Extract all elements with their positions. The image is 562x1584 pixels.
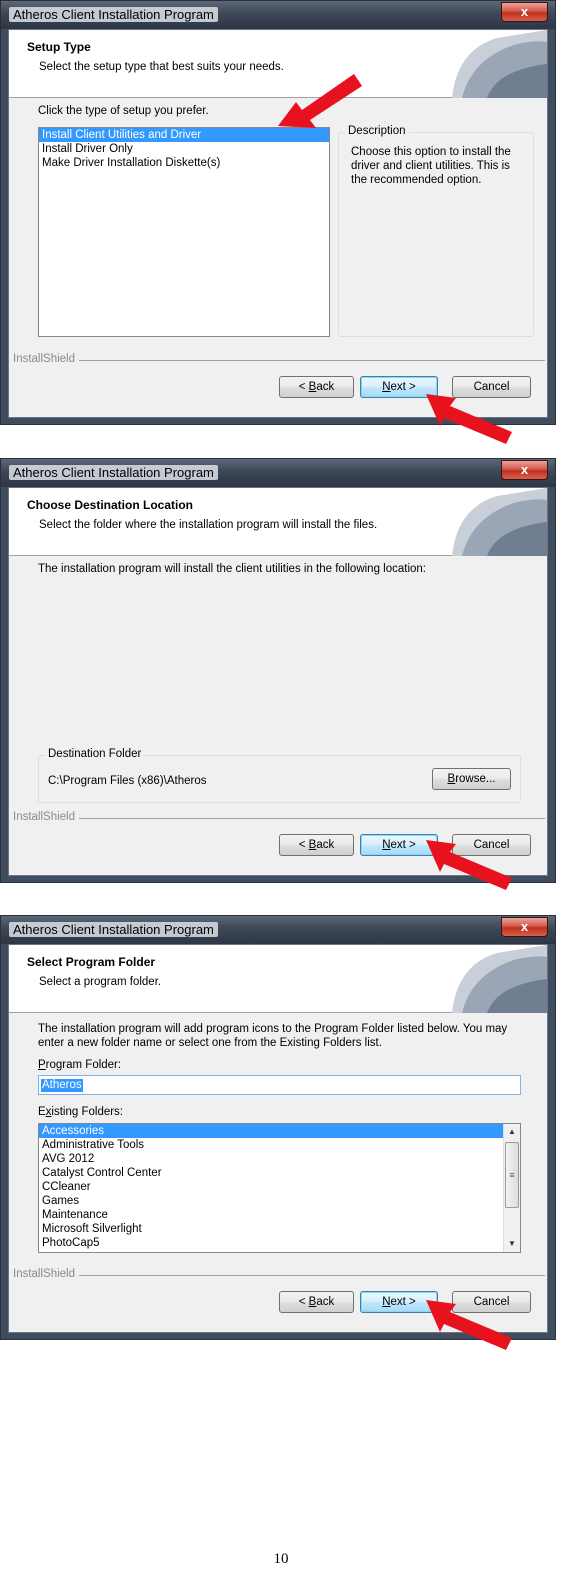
description-label: Description <box>345 125 409 137</box>
destination-folder-label: Destination Folder <box>45 748 145 760</box>
dialog-client-area: Select Program Folder Select a program f… <box>8 944 548 1333</box>
list-item[interactable]: Accessories <box>39 1124 503 1138</box>
close-button[interactable]: x <box>501 2 548 22</box>
installshield-label: InstallShield <box>13 353 80 365</box>
dialog-subtitle: Select the setup type that best suits yo… <box>39 61 284 73</box>
dialog-title: Setup Type <box>27 40 91 54</box>
next-button[interactable]: Next > <box>360 834 438 856</box>
list-item-install-driver-only[interactable]: Install Driver Only <box>39 142 329 156</box>
installshield-label: InstallShield <box>13 811 80 823</box>
list-item-make-driver-installation-diskettes[interactable]: Make Driver Installation Diskette(s) <box>39 156 329 170</box>
title-bar[interactable]: Atheros Client Installation Program x <box>1 916 555 944</box>
list-item[interactable]: CCleaner <box>39 1180 503 1194</box>
list-item[interactable]: PhotoCap5 <box>39 1236 503 1250</box>
back-button[interactable]: < Back <box>279 834 354 856</box>
list-item-install-client-utilities-and-driver[interactable]: Install Client Utilities and Driver <box>39 128 329 142</box>
dialog-client-area: Choose Destination Location Select the f… <box>8 487 548 876</box>
list-item[interactable]: Maintenance <box>39 1208 503 1222</box>
description-group: Description Choose this option to instal… <box>338 125 534 337</box>
existing-folders-list[interactable]: Accessories Administrative Tools AVG 201… <box>38 1123 521 1253</box>
installshield-banner-art <box>452 945 547 1013</box>
list-item[interactable]: Games <box>39 1194 503 1208</box>
dialog-subtitle: Select a program folder. <box>39 976 162 988</box>
destination-location-window: Atheros Client Installation Program x Ch… <box>0 458 556 883</box>
description-text: Choose this option to install the driver… <box>351 146 511 186</box>
setup-prompt: Click the type of setup you prefer. <box>38 105 209 117</box>
installshield-divider: InstallShield <box>13 1268 545 1282</box>
program-folder-window: Atheros Client Installation Program x Se… <box>0 915 556 1340</box>
program-folder-prompt: The installation program will add progra… <box>38 1022 507 1050</box>
window-title: Atheros Client Installation Program <box>9 465 218 480</box>
list-item[interactable]: Microsoft Silverlight <box>39 1222 503 1236</box>
setup-type-list[interactable]: Install Client Utilities and Driver Inst… <box>38 127 330 337</box>
back-button[interactable]: < Back <box>279 376 354 398</box>
scroll-up-icon[interactable]: ▲ <box>504 1124 520 1140</box>
list-item[interactable]: Administrative Tools <box>39 1138 503 1152</box>
dialog-subtitle: Select the folder where the installation… <box>39 519 378 531</box>
destination-path: C:\Program Files (x86)\Atheros <box>48 775 207 787</box>
next-button[interactable]: Next > <box>360 376 438 398</box>
installshield-divider: InstallShield <box>13 811 545 825</box>
list-item[interactable]: AVG 2012 <box>39 1152 503 1166</box>
existing-folders-label: Existing Folders: <box>38 1106 124 1118</box>
dialog-header: Select Program Folder Select a program f… <box>9 945 547 1013</box>
prompt-line-2: enter a new folder name or select one fr… <box>38 1037 382 1049</box>
page-number: 10 <box>273 1551 289 1567</box>
next-button[interactable]: Next > <box>360 1291 438 1313</box>
dialog-header: Setup Type Select the setup type that be… <box>9 30 547 98</box>
dialog-title: Select Program Folder <box>27 955 156 969</box>
scroll-down-icon[interactable]: ▼ <box>504 1236 520 1252</box>
scroll-thumb[interactable]: ≡ <box>505 1142 519 1208</box>
list-item[interactable]: Catalyst Control Center <box>39 1166 503 1180</box>
close-button[interactable]: x <box>501 917 548 937</box>
window-title: Atheros Client Installation Program <box>9 7 218 22</box>
back-button[interactable]: < Back <box>279 1291 354 1313</box>
installshield-divider: InstallShield <box>13 353 545 367</box>
installshield-label: InstallShield <box>13 1268 80 1280</box>
setup-type-window: Atheros Client Installation Program x Se… <box>0 0 556 425</box>
dialog-title: Choose Destination Location <box>27 498 194 512</box>
program-folder-value: Atheros <box>41 1079 83 1092</box>
installshield-banner-art <box>452 30 547 98</box>
prompt-line-1: The installation program will add progra… <box>38 1023 508 1035</box>
cancel-button[interactable]: Cancel <box>452 1291 531 1313</box>
dialog-client-area: Setup Type Select the setup type that be… <box>8 29 548 418</box>
cancel-button[interactable]: Cancel <box>452 834 531 856</box>
browse-button[interactable]: Browse... <box>432 768 511 790</box>
close-button[interactable]: x <box>501 460 548 480</box>
window-title: Atheros Client Installation Program <box>9 922 218 937</box>
title-bar[interactable]: Atheros Client Installation Program x <box>1 1 555 29</box>
folders-scrollbar[interactable]: ▲ ≡ ▼ <box>503 1124 520 1252</box>
destination-prompt: The installation program will install th… <box>38 563 426 575</box>
program-folder-label: Program Folder: <box>38 1059 122 1071</box>
title-bar[interactable]: Atheros Client Installation Program x <box>1 459 555 487</box>
dialog-header: Choose Destination Location Select the f… <box>9 488 547 556</box>
program-folder-input[interactable]: Atheros <box>38 1075 521 1095</box>
cancel-button[interactable]: Cancel <box>452 376 531 398</box>
installshield-banner-art <box>452 488 547 556</box>
